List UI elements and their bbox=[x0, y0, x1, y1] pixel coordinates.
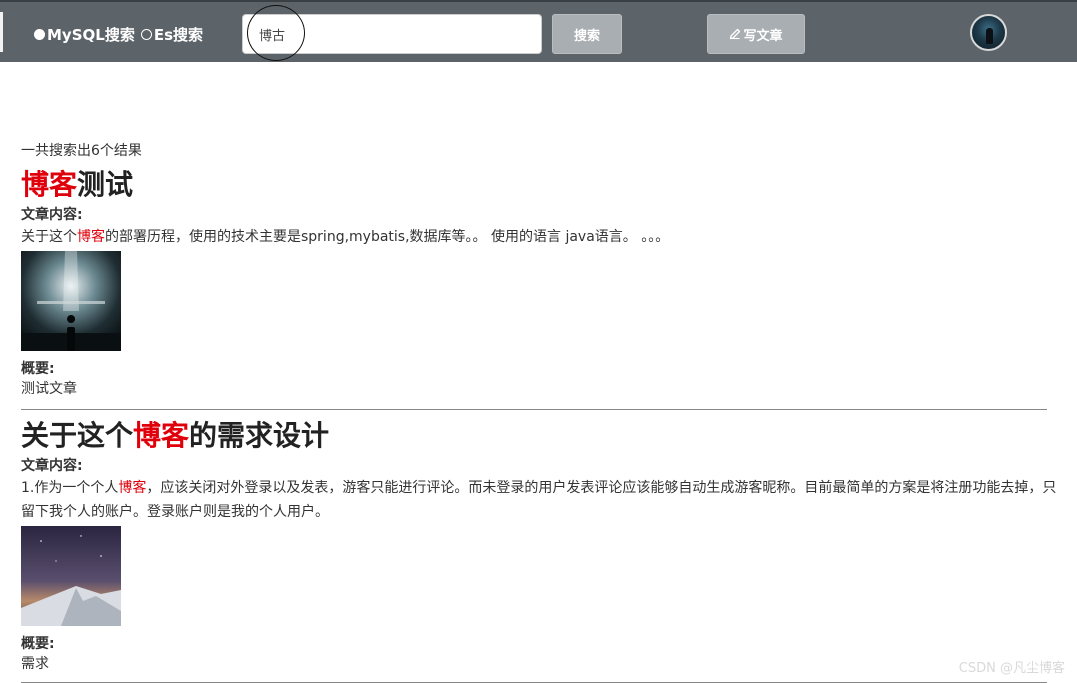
result-divider bbox=[21, 409, 1047, 410]
top-navbar: MySQL搜索 Es搜索 搜索 写文章 bbox=[0, 0, 1077, 62]
write-article-label: 写文章 bbox=[743, 28, 783, 44]
search-mode-group: MySQL搜索 Es搜索 bbox=[34, 24, 203, 44]
mode-label-mysql: MySQL搜索 bbox=[47, 25, 135, 44]
content-text: 的部署历程，使用的技术主要是spring,mybatis,数据库等。。 使用的语… bbox=[105, 229, 670, 245]
mode-option-es[interactable]: Es搜索 bbox=[140, 24, 204, 45]
summary-label: 概要: bbox=[21, 361, 55, 377]
mode-label-es: Es搜索 bbox=[153, 25, 204, 44]
search-button[interactable]: 搜索 bbox=[552, 14, 622, 54]
search-input[interactable] bbox=[242, 14, 542, 54]
content-text: 1.作为一个个人 bbox=[21, 480, 119, 496]
content-label: 文章内容: bbox=[21, 207, 83, 223]
user-avatar[interactable] bbox=[970, 14, 1007, 51]
watermark: CSDN @凡尘博客 bbox=[958, 661, 1065, 676]
title-text: 关于这个 bbox=[21, 419, 134, 452]
title-highlight: 博客 bbox=[21, 168, 78, 201]
article-title[interactable]: 关于这个博客的需求设计 bbox=[21, 416, 1061, 456]
radio-selected-icon[interactable] bbox=[34, 28, 45, 40]
pencil-icon bbox=[730, 28, 741, 40]
content-highlight: 博客 bbox=[77, 229, 105, 245]
write-article-button[interactable]: 写文章 bbox=[707, 14, 805, 54]
result-article: 关于这个博客的需求设计 文章内容: 1.作为一个个人博客，应该关闭对外登录以及发… bbox=[21, 416, 1061, 674]
article-title[interactable]: 博客测试 bbox=[21, 165, 1061, 205]
summary-label: 概要: bbox=[21, 636, 55, 652]
content-highlight: 博客 bbox=[118, 480, 147, 496]
result-count: 一共搜索出6个结果 bbox=[21, 143, 142, 159]
title-text: 的需求设计 bbox=[189, 419, 330, 452]
article-thumbnail bbox=[21, 251, 121, 351]
article-thumbnail bbox=[21, 526, 121, 626]
mode-option-mysql[interactable]: MySQL搜索 bbox=[34, 24, 135, 45]
navbar-edge bbox=[0, 12, 3, 52]
result-article: 博客测试 文章内容: 关于这个博客的部署历程，使用的技术主要是spring,my… bbox=[21, 165, 1061, 399]
content-text: 关于这个 bbox=[21, 229, 77, 245]
content-text: ，应该关闭对外登录以及发表，游客只能进行评论。而未登录的用户发表评论应该能够自动… bbox=[21, 480, 1057, 520]
avatar-figure bbox=[986, 28, 993, 44]
content-label: 文章内容: bbox=[21, 458, 83, 474]
article-summary: 测试文章 bbox=[21, 381, 77, 397]
article-summary: 需求 bbox=[21, 656, 49, 672]
title-text: 测试 bbox=[77, 168, 134, 201]
article-content: 1.作为一个个人博客，应该关闭对外登录以及发表，游客只能进行评论。而未登录的用户… bbox=[21, 476, 1061, 524]
radio-unselected-icon[interactable] bbox=[140, 28, 152, 40]
title-highlight: 博客 bbox=[133, 419, 190, 452]
article-content: 关于这个博客的部署历程，使用的技术主要是spring,mybatis,数据库等。… bbox=[21, 225, 1061, 249]
